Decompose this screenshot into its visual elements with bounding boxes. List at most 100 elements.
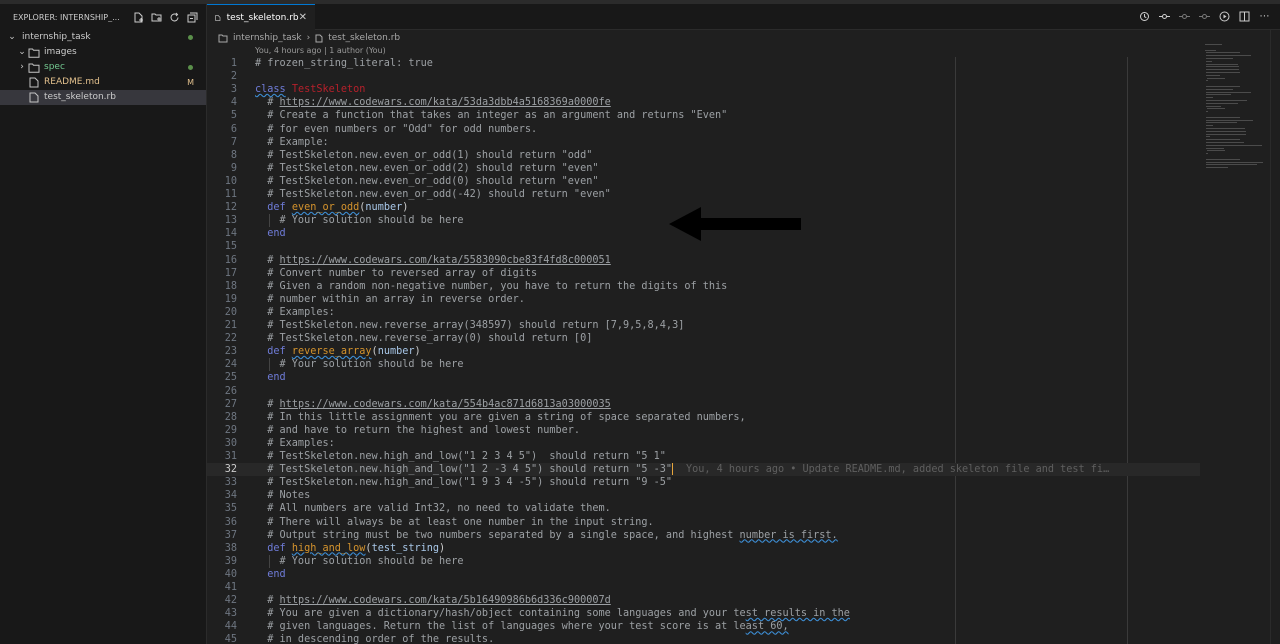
codelens-blame[interactable]: You, 4 hours ago | 1 author (You) xyxy=(255,46,386,55)
run-icon[interactable] xyxy=(1219,11,1230,22)
code-line[interactable]: 26 xyxy=(207,385,1280,398)
more-actions-icon[interactable]: ⋯ xyxy=(1259,11,1270,22)
code-line[interactable]: 33 # TestSkeleton.new.high_and_low("1 9 … xyxy=(207,476,1280,489)
minimap-line xyxy=(1206,125,1213,127)
code-line[interactable]: 27 # https://www.codewars.com/kata/554b4… xyxy=(207,398,1280,411)
line-number: 27 xyxy=(224,398,237,410)
code-text: # Convert number to reversed array of di… xyxy=(255,267,537,280)
line-number: 16 xyxy=(224,254,237,266)
tree-item-readme[interactable]: README.md M xyxy=(0,75,206,90)
code-line[interactable]: 32 # TestSkeleton.new.high_and_low("1 2 … xyxy=(207,463,1200,477)
tree-item-spec[interactable]: › spec xyxy=(0,60,206,75)
code-token: https://www.codewars.com/kata/5b16490986… xyxy=(279,595,611,607)
code-editor[interactable]: 1 # frozen_string_literal: true 2 3 class Te… xyxy=(207,57,1280,644)
code-token: # Convert number to reversed array of di… xyxy=(255,267,538,279)
line-number: 30 xyxy=(224,437,237,449)
line-number: 39 xyxy=(224,555,237,567)
close-icon[interactable]: ✕ xyxy=(299,12,307,23)
code-token: number xyxy=(377,346,415,358)
tree-item-images[interactable]: ⌄ images xyxy=(0,45,206,60)
code-line[interactable]: 21 # TestSkeleton.new.reverse_array(3485… xyxy=(207,319,1280,332)
code-line[interactable]: 34 # Notes xyxy=(207,489,1280,502)
minimap-line xyxy=(1206,88,1233,90)
code-line[interactable]: 16 # https://www.codewars.com/kata/55830… xyxy=(207,254,1280,267)
code-line[interactable]: 1 # frozen_string_literal: true xyxy=(207,57,1280,70)
code-line[interactable]: 38 def high_and_low(test_string) xyxy=(207,542,1280,555)
tree-item-test-skeleton[interactable]: test_skeleton.rb xyxy=(0,90,206,105)
code-line[interactable]: 36 # There will always be at least one n… xyxy=(207,516,1280,529)
code-line[interactable]: 6 # for even numbers or "Odd" for odd nu… xyxy=(207,123,1280,136)
git-commit-icon[interactable] xyxy=(1159,11,1170,22)
code-text: # TestSkeleton.new.even_or_odd(1) should… xyxy=(255,149,592,162)
code-line[interactable]: 25 end xyxy=(207,371,1280,384)
code-text: # https://www.codewars.com/kata/53da3dbb… xyxy=(255,96,611,109)
code-token: # You are given a dictionary/hash/object… xyxy=(255,608,746,620)
code-line[interactable]: 15 xyxy=(207,240,1280,253)
code-line[interactable]: 28 # In this little assignment you are g… xyxy=(207,411,1280,424)
code-token: # TestSkeleton.new.reverse_array(348597)… xyxy=(255,320,685,331)
code-line[interactable]: 24 # Your solution should be here xyxy=(207,358,1280,372)
breadcrumb-folder[interactable]: internship_task xyxy=(233,33,302,43)
previous-change-icon[interactable] xyxy=(1179,11,1190,22)
minimap[interactable] xyxy=(1205,44,1265,184)
code-line[interactable]: 4 # https://www.codewars.com/kata/53da3d… xyxy=(207,96,1280,109)
code-token: # frozen_string_literal: true xyxy=(255,58,433,69)
code-line[interactable]: 31 # TestSkeleton.new.high_and_low("1 2 … xyxy=(207,450,1280,463)
code-line[interactable]: 43 # You are given a dictionary/hash/obj… xyxy=(207,607,1280,620)
code-line[interactable]: 17 # Convert number to reversed array of… xyxy=(207,267,1280,280)
code-line[interactable]: 5 # Create a function that takes an inte… xyxy=(207,109,1280,122)
code-token: # xyxy=(255,595,280,607)
code-text: def reverse_array(number) xyxy=(255,345,421,358)
code-line[interactable]: 39 # Your solution should be here xyxy=(207,554,1280,568)
code-token: end xyxy=(255,228,286,240)
code-line[interactable]: 9 # TestSkeleton.new.even_or_odd(2) shou… xyxy=(207,162,1280,175)
file-icon xyxy=(215,14,221,21)
chevron-down-icon: ⌄ xyxy=(18,47,26,57)
minimap-line xyxy=(1206,119,1253,121)
code-line[interactable]: 11 # TestSkeleton.new.even_or_odd(-42) s… xyxy=(207,188,1280,201)
code-token: ) xyxy=(414,346,421,358)
code-line[interactable]: 10 # TestSkeleton.new.even_or_odd(0) sho… xyxy=(207,175,1280,188)
code-line[interactable]: 42 # https://www.codewars.com/kata/5b164… xyxy=(207,594,1280,607)
new-file-icon[interactable] xyxy=(132,11,144,23)
code-line[interactable]: 8 # TestSkeleton.new.even_or_odd(1) shou… xyxy=(207,149,1280,162)
code-line[interactable]: 44 # given languages. Return the list of… xyxy=(207,620,1280,633)
vertical-scrollbar[interactable] xyxy=(1270,30,1271,644)
refresh-icon[interactable] xyxy=(168,11,180,23)
code-line[interactable]: 45 # in descending order of the results. xyxy=(207,633,1280,644)
code-text: # frozen_string_literal: true xyxy=(255,57,433,70)
tab-test-skeleton[interactable]: test_skeleton.rb ✕ xyxy=(207,4,315,30)
code-line[interactable]: 23 def reverse_array(number) xyxy=(207,345,1280,358)
line-number: 21 xyxy=(224,320,237,331)
code-line[interactable]: 7 # Example: xyxy=(207,136,1280,149)
minimap-line xyxy=(1206,122,1237,124)
new-folder-icon[interactable] xyxy=(150,11,162,23)
code-line[interactable]: 22 # TestSkeleton.new.reverse_array(0) s… xyxy=(207,332,1280,345)
breadcrumb-file[interactable]: test_skeleton.rb xyxy=(328,33,400,43)
folder-icon xyxy=(218,34,228,42)
code-text: def high_and_low(test_string) xyxy=(255,542,445,555)
next-change-icon[interactable] xyxy=(1199,11,1210,22)
code-line[interactable]: 40 end xyxy=(207,568,1280,581)
tree-root-folder[interactable]: ⌄ internship_task xyxy=(0,30,206,45)
code-line[interactable]: 3 class TestSkeleton xyxy=(207,83,1280,96)
code-token: # Given a random non-negative number, yo… xyxy=(255,280,728,292)
code-line[interactable]: 19 # number within an array in reverse o… xyxy=(207,293,1280,306)
code-line[interactable]: 20 # Examples: xyxy=(207,306,1280,319)
code-line[interactable]: 41 xyxy=(207,581,1280,594)
code-line[interactable]: 29 # and have to return the highest and … xyxy=(207,424,1280,437)
minimap-line xyxy=(1206,60,1213,62)
minimap-line xyxy=(1206,63,1238,65)
code-line[interactable]: 37 # Output string must be two numbers s… xyxy=(207,529,1280,542)
code-line[interactable]: 18 # Given a random non-negative number,… xyxy=(207,280,1280,293)
collapse-all-icon[interactable] xyxy=(186,11,198,23)
line-number: 38 xyxy=(224,542,237,554)
timeline-icon[interactable] xyxy=(1139,11,1150,22)
explorer-header: EXPLORER: INTERNSHIP_... xyxy=(0,4,206,30)
minimap-line xyxy=(1206,58,1233,59)
code-line[interactable]: 35 # All numbers are valid Int32, no nee… xyxy=(207,502,1280,515)
code-line[interactable]: 2 xyxy=(207,70,1280,83)
split-editor-icon[interactable] xyxy=(1239,11,1250,22)
minimap-line xyxy=(1206,161,1264,163)
code-line[interactable]: 30 # Examples: xyxy=(207,437,1280,450)
